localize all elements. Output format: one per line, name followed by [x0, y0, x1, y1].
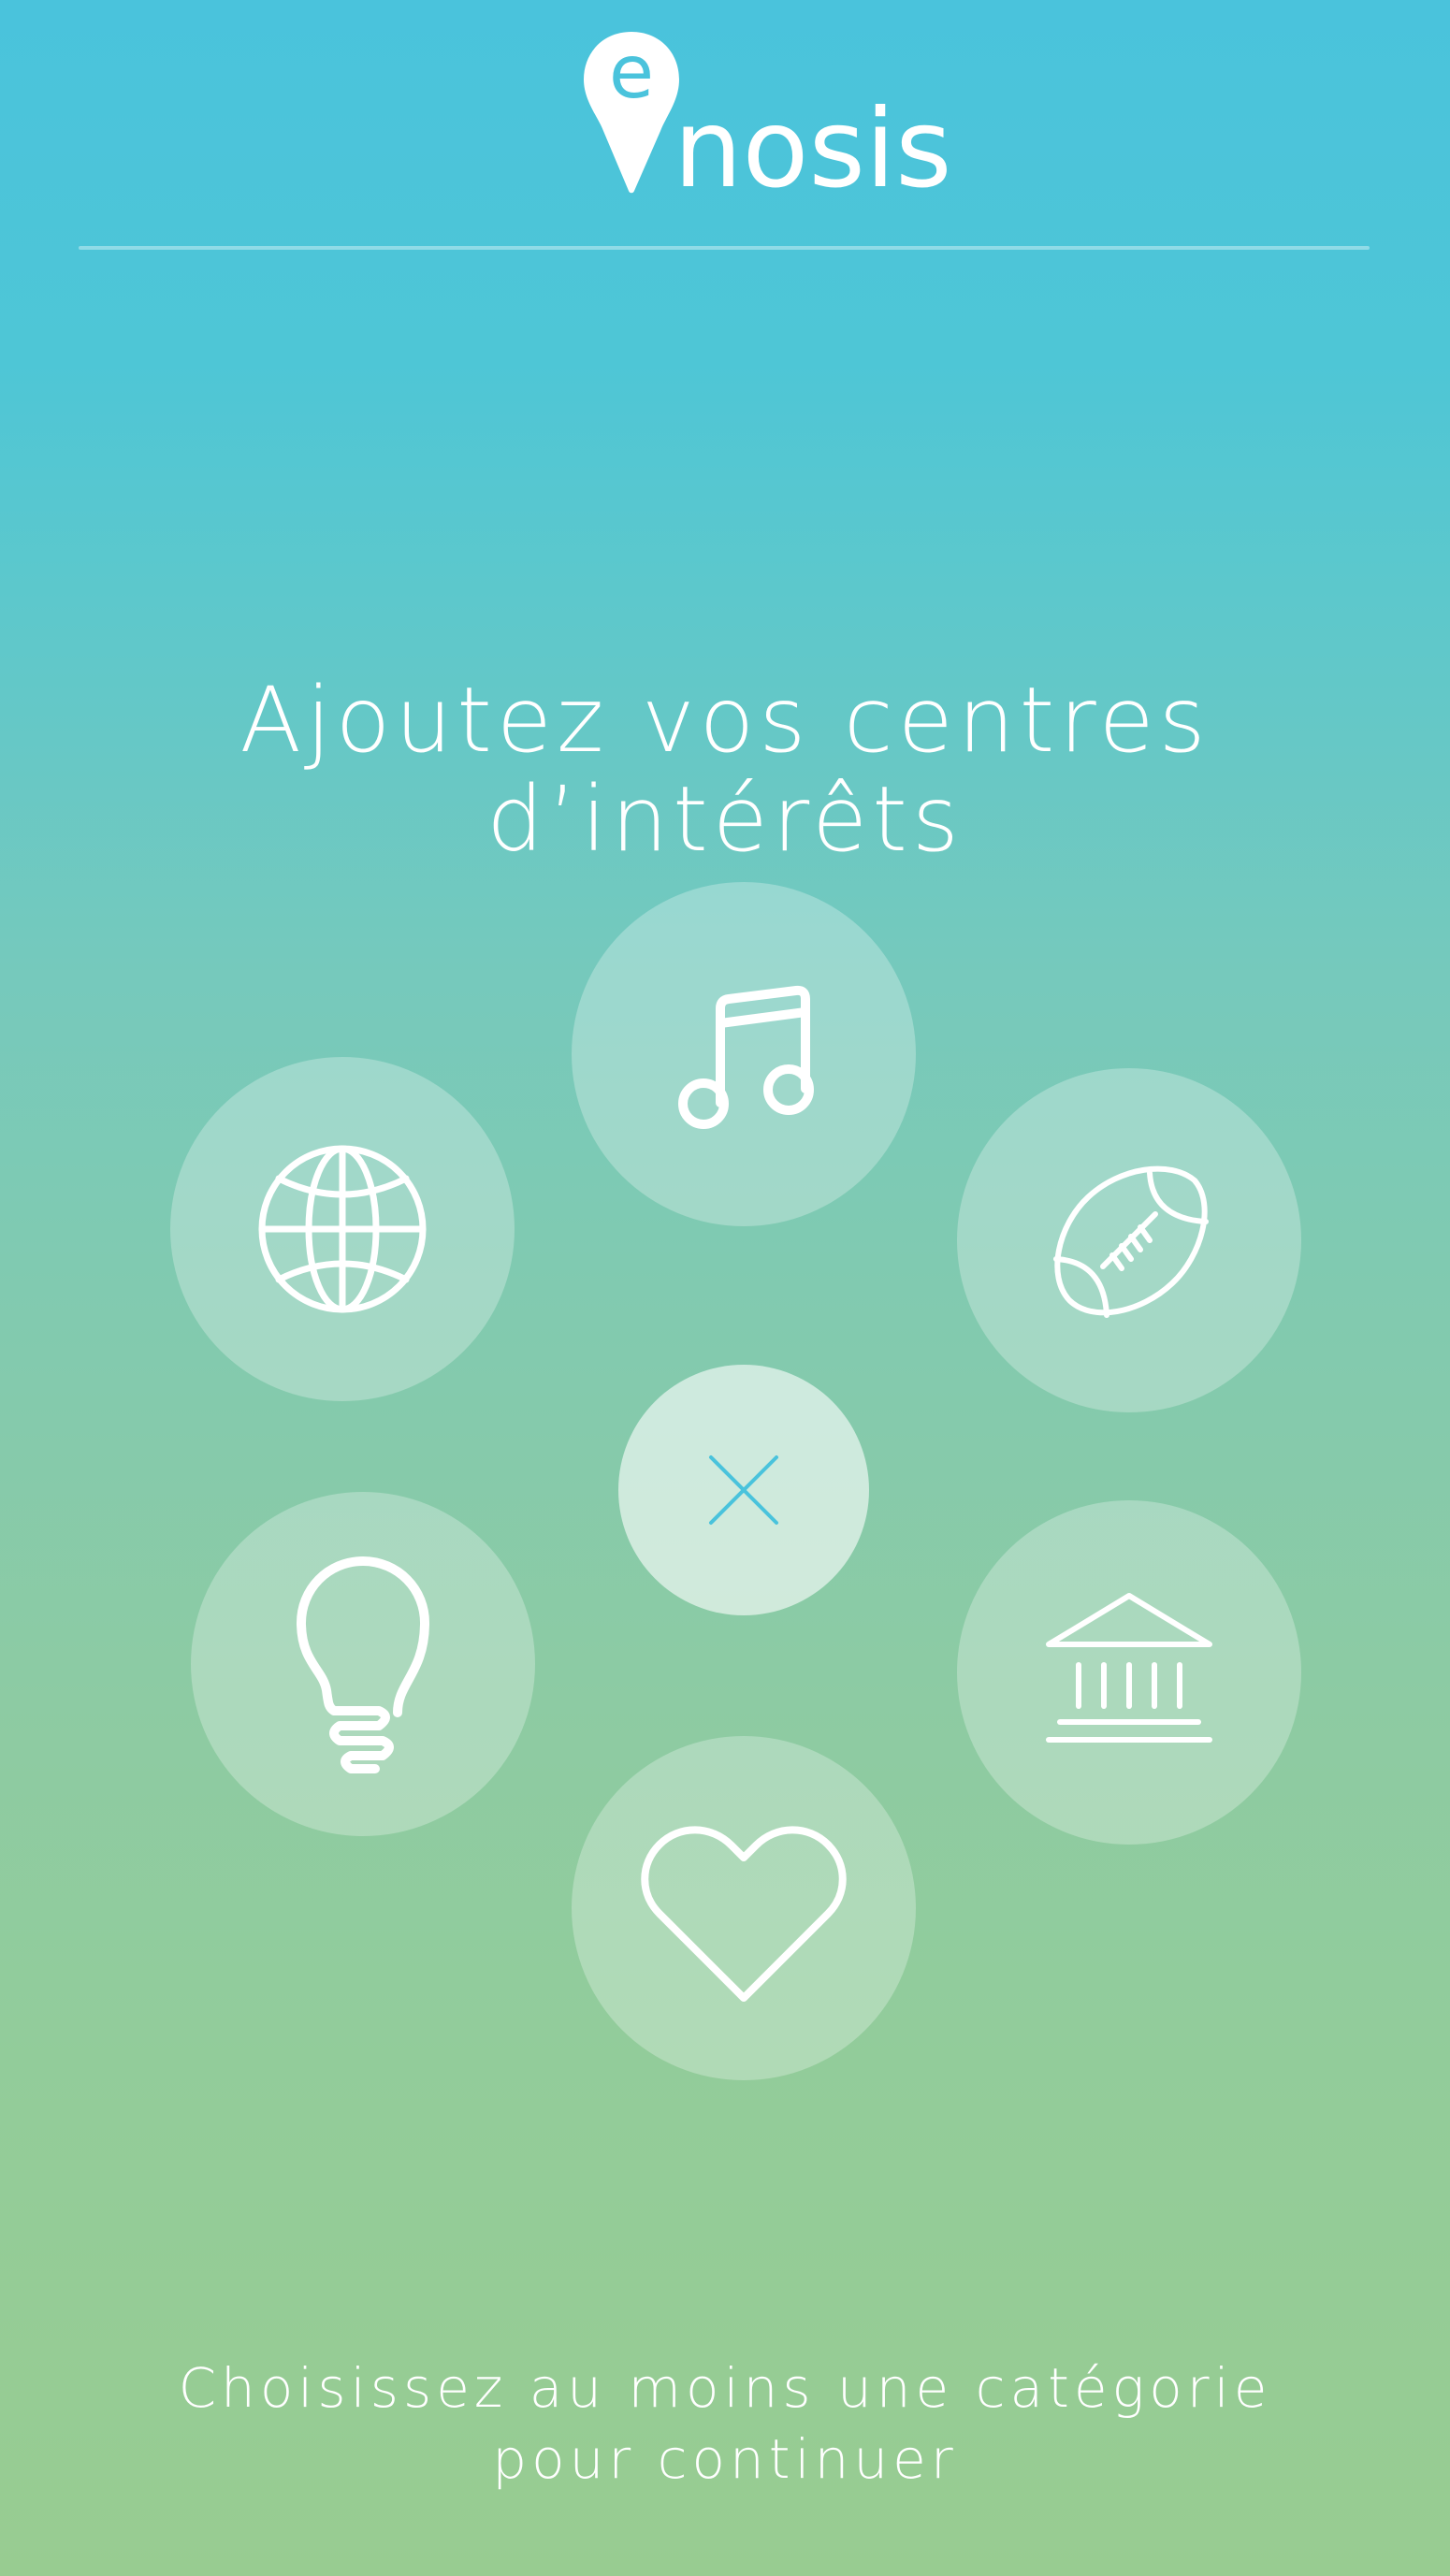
category-culture-button[interactable]	[957, 1500, 1301, 1845]
category-ideas-button[interactable]	[191, 1492, 535, 1836]
instruction-text: Choisissez au moins une catégorie pour c…	[0, 2352, 1450, 2495]
close-button[interactable]	[618, 1365, 869, 1615]
rugby-ball-icon	[1053, 1165, 1209, 1318]
logo-wordmark: nosis	[674, 86, 952, 212]
heart-icon	[641, 1826, 847, 2002]
instruction-line-1: Choisissez au moins une catégorie	[178, 2356, 1272, 2420]
music-note-icon	[678, 985, 814, 1129]
app-header: e nosis	[0, 0, 1450, 253]
header-divider	[79, 246, 1370, 250]
museum-icon	[1046, 1593, 1212, 1743]
lightbulb-icon	[296, 1556, 430, 1773]
logo-letter: e	[609, 31, 654, 115]
enosis-logo: e nosis	[580, 28, 952, 204]
category-world-button[interactable]	[170, 1057, 515, 1401]
close-icon	[709, 1455, 778, 1525]
globe-icon	[258, 1145, 427, 1313]
category-sport-button[interactable]	[957, 1068, 1301, 1412]
category-love-button[interactable]	[572, 1736, 916, 2080]
instruction-line-2: pour continuer	[492, 2427, 958, 2491]
location-pin-logo-icon: e	[584, 31, 679, 194]
category-music-button[interactable]	[572, 882, 916, 1226]
page-title: Ajoutez vos centres d’intérêts	[239, 668, 1211, 872]
